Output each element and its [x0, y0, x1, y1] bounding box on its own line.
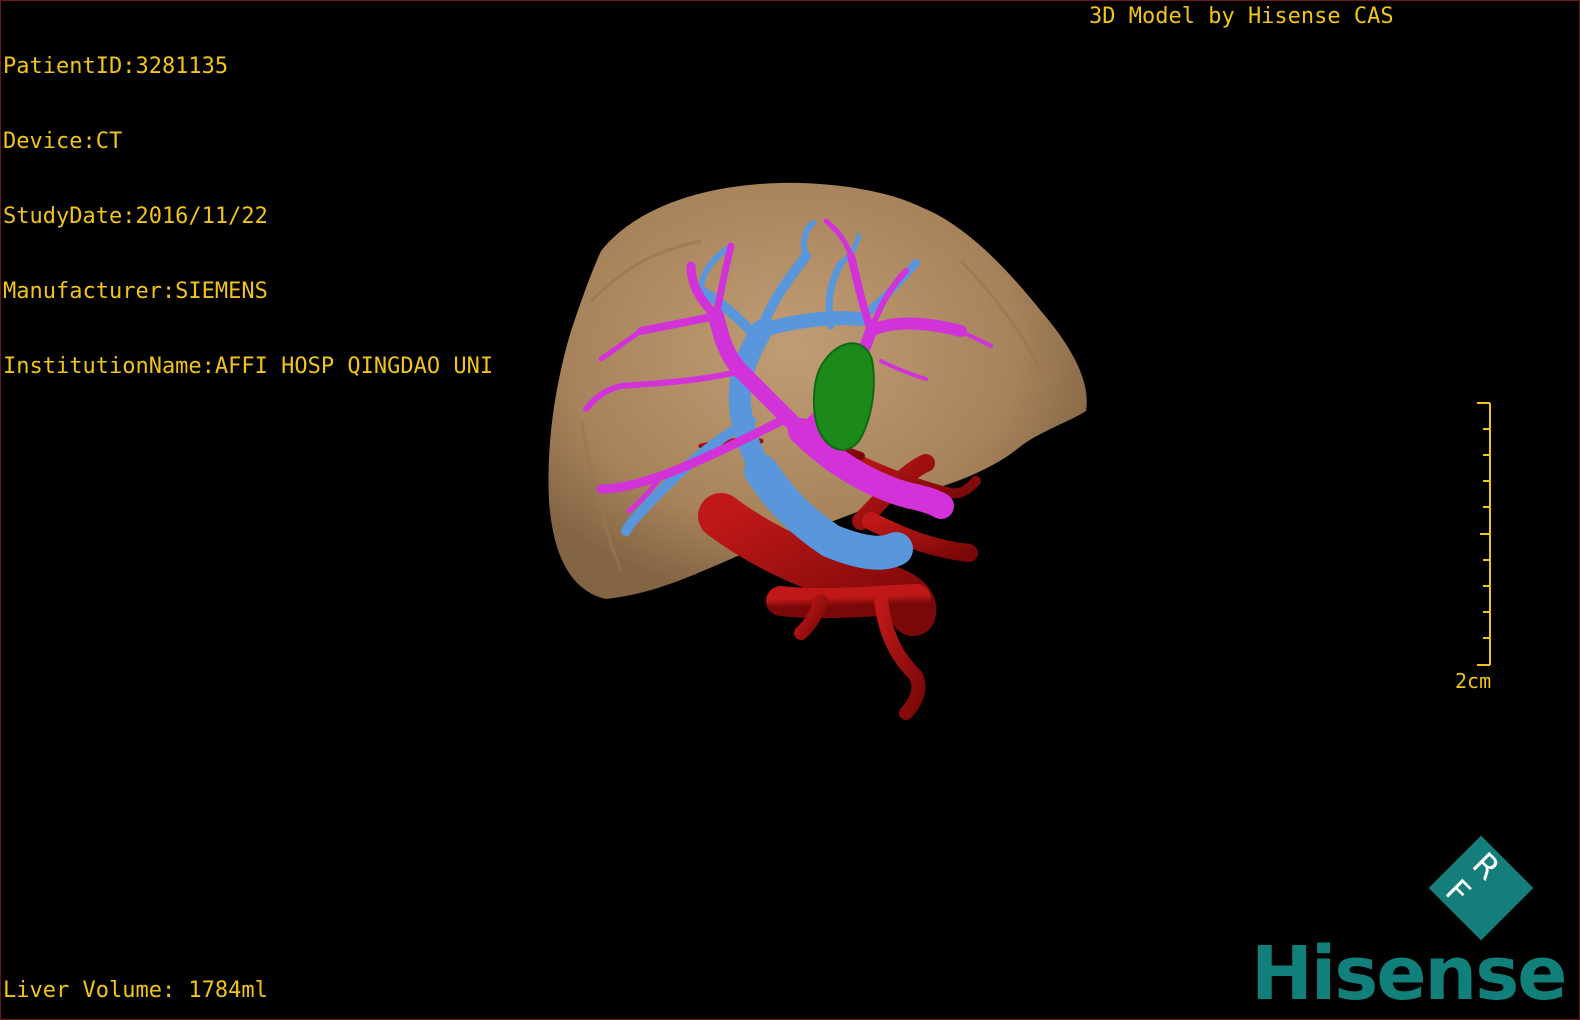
liver-volume: Liver Volume: 1784ml	[3, 978, 268, 1003]
liver-3d-model[interactable]	[1, 1, 1579, 1019]
scale-bar-label: 2cm	[1455, 669, 1492, 693]
hisense-wordmark: Hisense	[1251, 931, 1567, 1017]
3d-viewport[interactable]: PatientID:3281135 Device:CT StudyDate:20…	[0, 0, 1580, 1020]
scale-bar	[1477, 402, 1491, 666]
